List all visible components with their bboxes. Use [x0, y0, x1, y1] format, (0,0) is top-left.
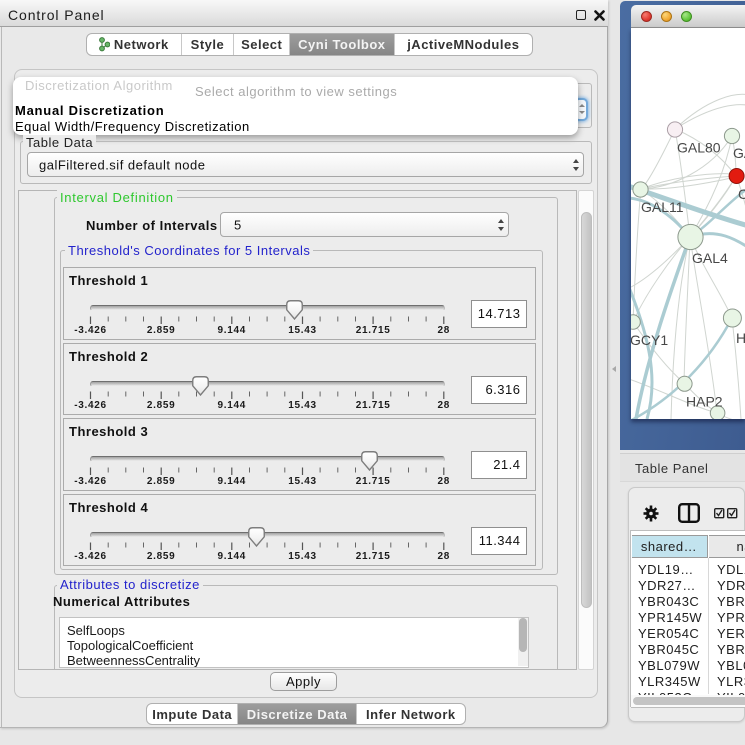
svg-text:GA: GA — [733, 145, 745, 161]
svg-text:H: H — [736, 330, 745, 346]
svg-text:GAL80: GAL80 — [677, 140, 721, 156]
svg-text:GCY1: GCY1 — [631, 332, 668, 348]
svg-text:GAL11: GAL11 — [641, 199, 684, 215]
svg-text:HAP2: HAP2 — [686, 394, 723, 410]
svg-text:GAL4: GAL4 — [692, 250, 728, 266]
svg-text:C: C — [738, 186, 745, 202]
